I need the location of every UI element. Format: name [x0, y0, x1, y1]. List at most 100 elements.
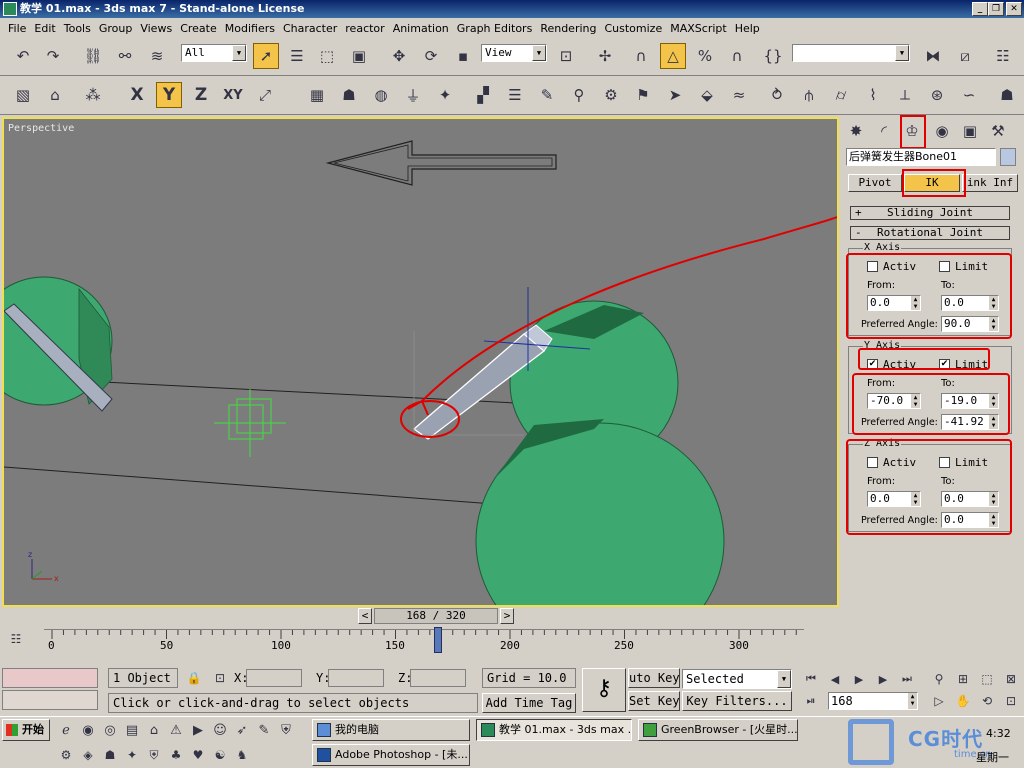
display-tab-icon[interactable]: ▣ — [958, 119, 982, 143]
motor-icon[interactable]: ➤ — [662, 82, 688, 108]
start-button[interactable]: 开始 — [2, 719, 50, 741]
select-link-icon[interactable]: ⛓ — [80, 43, 106, 69]
current-frame-spinner[interactable]: 168 ▲ ▼ — [828, 692, 918, 710]
lock-selection-icon[interactable]: 🔒 — [184, 667, 204, 689]
axis-x-button[interactable]: X — [124, 82, 150, 108]
modify-tab-icon[interactable]: ◜ — [872, 119, 896, 143]
x-coord-field[interactable] — [246, 669, 302, 687]
time-next-button[interactable]: > — [500, 608, 514, 624]
named-selection-set-dropdown[interactable]: ▼ — [792, 44, 910, 62]
cloth-icon[interactable]: ☗ — [994, 82, 1020, 108]
time-cursor[interactable] — [434, 627, 442, 653]
menu-reactor[interactable]: reactor — [341, 22, 388, 35]
select-by-name-icon[interactable]: ☰ — [284, 43, 310, 69]
track-view-icon[interactable]: ☷ — [6, 629, 26, 649]
menu-group[interactable]: Group — [95, 22, 137, 35]
axis-z-button[interactable]: Z — [188, 82, 214, 108]
fov-icon[interactable]: ▷ — [928, 691, 950, 711]
close-button[interactable]: ✕ — [1006, 2, 1022, 16]
absolute-mode-icon[interactable]: ⊡ — [210, 667, 230, 689]
ref-coord-dropdown[interactable]: View ▼ — [481, 44, 547, 62]
tab-link-info[interactable]: ink Inf — [962, 174, 1018, 192]
menu-modifiers[interactable]: Modifiers — [221, 22, 279, 35]
water-icon[interactable]: ≈ — [726, 82, 752, 108]
perspective-viewport[interactable]: Perspective z x — [2, 117, 839, 607]
menu-file[interactable]: File — [4, 22, 30, 35]
align-icon[interactable]: ⧄ — [952, 43, 978, 69]
add-time-tag-button[interactable]: Add Time Tag — [482, 693, 576, 713]
zoom-extents-icon[interactable]: ⬚ — [976, 669, 998, 689]
object-icon[interactable]: ▦ — [304, 82, 330, 108]
magnify-icon[interactable]: ⚲ — [566, 82, 592, 108]
time-prev-button[interactable]: < — [358, 608, 372, 624]
object-color-swatch[interactable] — [1000, 148, 1016, 166]
prev-frame-icon[interactable]: ◀ — [824, 669, 846, 689]
zoom-icon[interactable]: ⚲ — [928, 669, 950, 689]
arc-rotate-icon[interactable]: ⟲ — [976, 691, 998, 711]
restore-button[interactable]: ❐ — [988, 2, 1004, 16]
mirror-icon[interactable]: ⧓ — [920, 43, 946, 69]
star-icon[interactable]: ✦ — [432, 82, 458, 108]
menu-edit[interactable]: Edit — [30, 22, 59, 35]
maxscript-listener-mini[interactable] — [2, 668, 98, 688]
player-icon[interactable]: ▶ — [188, 719, 208, 741]
sliding-joint-rollout[interactable]: + Sliding Joint — [850, 206, 1010, 220]
checker-icon[interactable]: ▞ — [470, 82, 496, 108]
stack-icon[interactable]: ☰ — [502, 82, 528, 108]
browser-icon[interactable]: ◉ — [78, 719, 98, 741]
prism-icon[interactable]: ⟂ — [892, 82, 918, 108]
set-key-button[interactable]: Set Key — [628, 691, 680, 711]
menu-graph-editors[interactable]: Graph Editors — [453, 22, 537, 35]
paint-icon[interactable]: ✎ — [254, 719, 274, 741]
shield-icon[interactable]: ⛨ — [276, 719, 296, 741]
warning-icon[interactable]: ⚠ — [166, 719, 186, 741]
key-filters-button[interactable]: Key Filters... — [682, 691, 792, 711]
utilities-tab-icon[interactable]: ⚒ — [986, 119, 1010, 143]
key-mode-dropdown[interactable]: Selected ▼ — [682, 669, 792, 689]
y-coord-field[interactable] — [328, 669, 384, 687]
menu-views[interactable]: Views — [136, 22, 176, 35]
rotational-joint-rollout[interactable]: - Rotational Joint — [850, 226, 1010, 240]
maxscript-output-mini[interactable] — [2, 690, 98, 710]
terrain-icon[interactable]: ⌂ — [42, 82, 68, 108]
face-icon[interactable]: ☺ — [210, 719, 230, 741]
named-selection-icon[interactable]: {} — [760, 43, 786, 69]
tray-app-icon[interactable]: ☯ — [210, 744, 230, 766]
pencil-icon[interactable]: ✎ — [534, 82, 560, 108]
wind-icon[interactable]: ⚑ — [630, 82, 656, 108]
maximize-viewport-icon[interactable]: ⊡ — [1000, 691, 1022, 711]
ie-icon[interactable]: ℯ — [56, 719, 76, 741]
cord-icon[interactable]: ∽ — [956, 82, 982, 108]
spinner-arrows-icon[interactable]: ▲ ▼ — [908, 693, 917, 709]
scale-icon[interactable]: ▪ — [450, 43, 476, 69]
wheel-icon[interactable]: ⊛ — [924, 82, 950, 108]
create-tab-icon[interactable]: ✸ — [844, 119, 868, 143]
ball-icon[interactable]: ◍ — [368, 82, 394, 108]
tray-app-icon[interactable]: ♣ — [166, 744, 186, 766]
minimize-button[interactable]: _ — [972, 2, 988, 16]
spinner-snap-icon[interactable]: ∩ — [724, 43, 750, 69]
axis-y-button[interactable]: Y — [156, 82, 182, 108]
tray-app-icon[interactable]: ✦ — [122, 744, 142, 766]
tray-app-icon[interactable]: ⛨ — [144, 744, 164, 766]
task-3dsmax[interactable]: 教学 01.max - 3ds max ... — [476, 719, 632, 741]
percent-snap-icon[interactable]: % — [692, 43, 718, 69]
plane-icon[interactable]: ⬙ — [694, 82, 720, 108]
tray-app-icon[interactable]: ♞ — [232, 744, 252, 766]
rotate-icon[interactable]: ⟳ — [418, 43, 444, 69]
move-icon[interactable]: ✥ — [386, 43, 412, 69]
angle-snap-icon[interactable]: △ — [660, 43, 686, 69]
pivot-center-icon[interactable]: ⊡ — [553, 43, 579, 69]
rect-selection-icon[interactable]: ⬚ — [314, 43, 340, 69]
key-mode-toggle-icon[interactable]: ⏯ — [800, 691, 822, 711]
menu-character[interactable]: Character — [279, 22, 341, 35]
task-greenbrowser[interactable]: GreenBrowser - [火星时... — [638, 719, 798, 741]
window-crossing-icon[interactable]: ▣ — [346, 43, 372, 69]
goto-end-icon[interactable]: ⏭ — [896, 669, 918, 689]
axis-constraint-icon[interactable]: ⤢ — [252, 82, 278, 108]
cylinder-icon[interactable]: ⌭ — [828, 82, 854, 108]
unlink-icon[interactable]: ⚯ — [112, 43, 138, 69]
menu-tools[interactable]: Tools — [60, 22, 95, 35]
task-photoshop[interactable]: Adobe Photoshop - [未... — [312, 744, 470, 766]
tray-app-icon[interactable]: ⚙ — [56, 744, 76, 766]
